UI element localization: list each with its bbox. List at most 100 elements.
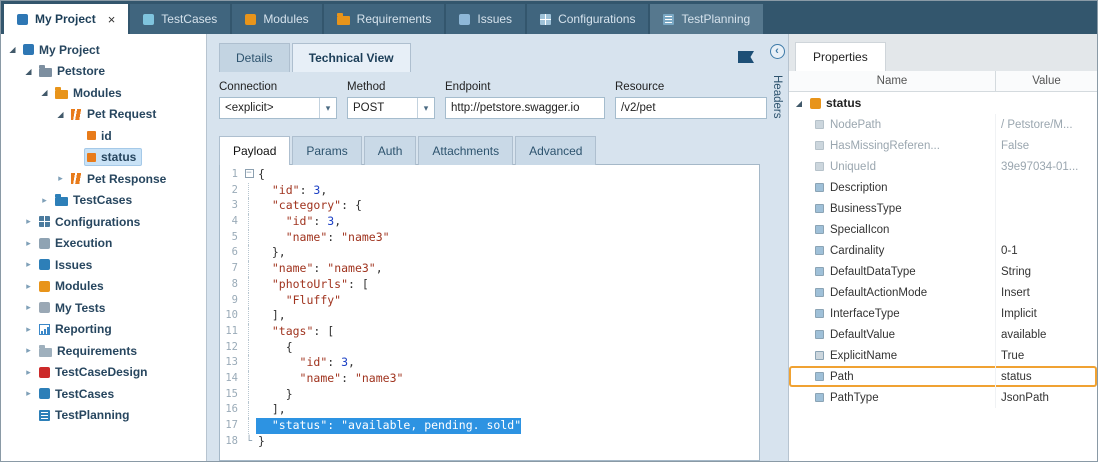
pin-icon[interactable] [738,51,754,63]
tree-collapsed-arrow-icon[interactable]: ▸ [21,345,36,356]
method-select[interactable]: POST ▾ [347,97,435,119]
tree-item-modules[interactable]: ◢Modules [1,82,206,104]
top-tab-requirements[interactable]: Requirements [324,4,445,34]
tree-collapsed-arrow-icon[interactable]: ▸ [21,259,36,270]
property-row-businesstype[interactable]: BusinessType [789,198,1097,219]
top-tab-my-project[interactable]: My Project× [4,4,128,34]
line-number[interactable]: 10 [220,308,242,324]
tree-item-testcasedesign[interactable]: ▸TestCaseDesign [1,362,206,384]
tree-item-issues[interactable]: ▸Issues [1,254,206,276]
tree-collapsed-arrow-icon[interactable]: ▸ [21,216,36,227]
property-row-defaultvalue[interactable]: DefaultValueavailable [789,324,1097,345]
property-row-interfacetype[interactable]: InterfaceTypeImplicit [789,303,1097,324]
property-row-hasmissingreferen[interactable]: HasMissingReferen...False [789,135,1097,156]
code-line-9[interactable]: 9 "Fluffy" [220,293,759,309]
method-dropdown-arrow-icon[interactable]: ▾ [417,98,434,118]
close-tab-icon[interactable]: × [108,12,116,27]
connection-select[interactable]: <explicit> ▾ [219,97,337,119]
property-row-uniqueid[interactable]: UniqueId39e97034-01... [789,156,1097,177]
property-row-path[interactable]: Pathstatus [789,366,1097,387]
headers-strip-label[interactable]: Headers [771,75,783,118]
tree-item-status[interactable]: status [1,147,206,169]
top-tab-testplanning[interactable]: TestPlanning [650,4,763,34]
code-line-10[interactable]: 10 ], [220,308,759,324]
subtab-advanced[interactable]: Advanced [515,136,596,165]
subtab-auth[interactable]: Auth [364,136,417,165]
code-line-11[interactable]: 11 "tags": [ [220,324,759,340]
tree-collapsed-arrow-icon[interactable]: ▸ [21,281,36,292]
tree-item-modules[interactable]: ▸Modules [1,276,206,298]
top-tab-issues[interactable]: Issues [446,4,525,34]
line-number[interactable]: 16 [220,402,242,418]
line-number[interactable]: 15 [220,387,242,403]
tree-collapsed-arrow-icon[interactable]: ▸ [21,324,36,335]
code-line-6[interactable]: 6 }, [220,245,759,261]
line-number[interactable]: 9 [220,293,242,309]
code-line-1[interactable]: 1−{ [220,167,759,183]
tree-collapsed-arrow-icon[interactable]: ▸ [21,302,36,313]
subtab-params[interactable]: Params [292,136,361,165]
line-number[interactable]: 4 [220,214,242,230]
code-line-7[interactable]: 7 "name": "name3", [220,261,759,277]
line-number[interactable]: 2 [220,183,242,199]
tab-technical-view[interactable]: Technical View [292,43,411,72]
property-row-cardinality[interactable]: Cardinality0-1 [789,240,1097,261]
line-number[interactable]: 14 [220,371,242,387]
properties-root-row[interactable]: ◢ status [789,92,1097,114]
fold-minus-icon[interactable]: − [245,169,254,178]
line-number[interactable]: 18 [220,434,242,450]
tab-details[interactable]: Details [219,43,290,72]
code-line-5[interactable]: 5 "name": "name3" [220,230,759,246]
subtab-payload[interactable]: Payload [219,136,290,165]
tab-properties[interactable]: Properties [795,42,886,71]
tree-item-reporting[interactable]: ▸Reporting [1,319,206,341]
tree-item-petstore[interactable]: ◢Petstore [1,61,206,83]
code-line-14[interactable]: 14 "name": "name3" [220,371,759,387]
tree-collapsed-arrow-icon[interactable]: ▸ [21,388,36,399]
line-number[interactable]: 6 [220,245,242,261]
tree-item-testcases[interactable]: ▸TestCases [1,383,206,405]
code-line-15[interactable]: 15 } [220,387,759,403]
tree-collapsed-arrow-icon[interactable]: ▸ [53,173,68,184]
tree-item-configurations[interactable]: ▸Configurations [1,211,206,233]
code-line-17[interactable]: 17 "status": "available, pending. sold" [220,418,759,434]
code-line-12[interactable]: 12 { [220,340,759,356]
code-line-18[interactable]: 18└} [220,434,759,450]
tree-item-requirements[interactable]: ▸Requirements [1,340,206,362]
tree-item-my-project[interactable]: ◢My Project [1,39,206,61]
tree-collapsed-arrow-icon[interactable]: ▸ [21,367,36,378]
code-line-16[interactable]: 16 ], [220,402,759,418]
property-row-nodepath[interactable]: NodePath/ Petstore/M... [789,114,1097,135]
column-header-value[interactable]: Value [995,71,1097,91]
code-line-3[interactable]: 3 "category": { [220,198,759,214]
tree-expanded-arrow-icon[interactable]: ◢ [37,88,52,97]
column-header-name[interactable]: Name [789,71,995,91]
tree-item-execution[interactable]: ▸Execution [1,233,206,255]
tree-item-testplanning[interactable]: TestPlanning [1,405,206,427]
top-tab-testcases[interactable]: TestCases [130,4,230,34]
property-row-pathtype[interactable]: PathTypeJsonPath [789,387,1097,408]
subtab-attachments[interactable]: Attachments [418,136,513,165]
payload-editor[interactable]: 1−{2 "id": 3,3 "category": {4 "id": 3,5 … [219,164,760,461]
code-line-8[interactable]: 8 "photoUrls": [ [220,277,759,293]
line-number[interactable]: 12 [220,340,242,356]
code-line-2[interactable]: 2 "id": 3, [220,183,759,199]
line-number[interactable]: 13 [220,355,242,371]
property-row-description[interactable]: Description [789,177,1097,198]
tree-item-testcases[interactable]: ▸TestCases [1,190,206,212]
property-row-defaultactionmode[interactable]: DefaultActionModeInsert [789,282,1097,303]
tree-collapsed-arrow-icon[interactable]: ▸ [21,238,36,249]
top-tab-configurations[interactable]: Configurations [527,4,648,34]
line-number[interactable]: 7 [220,261,242,277]
tree-item-pet-response[interactable]: ▸Pet Response [1,168,206,190]
line-number[interactable]: 11 [220,324,242,340]
tree-item-my-tests[interactable]: ▸My Tests [1,297,206,319]
property-row-specialicon[interactable]: SpecialIcon [789,219,1097,240]
line-number[interactable]: 1 [220,167,242,183]
tree-expanded-arrow-icon[interactable]: ◢ [21,67,36,76]
tree-item-pet-request[interactable]: ◢Pet Request [1,104,206,126]
line-number[interactable]: 17 [220,418,242,434]
tree-expanded-arrow-icon[interactable]: ◢ [53,110,68,119]
tree-expanded-arrow-icon[interactable]: ◢ [5,45,20,54]
tree-collapsed-arrow-icon[interactable]: ▸ [37,195,52,206]
